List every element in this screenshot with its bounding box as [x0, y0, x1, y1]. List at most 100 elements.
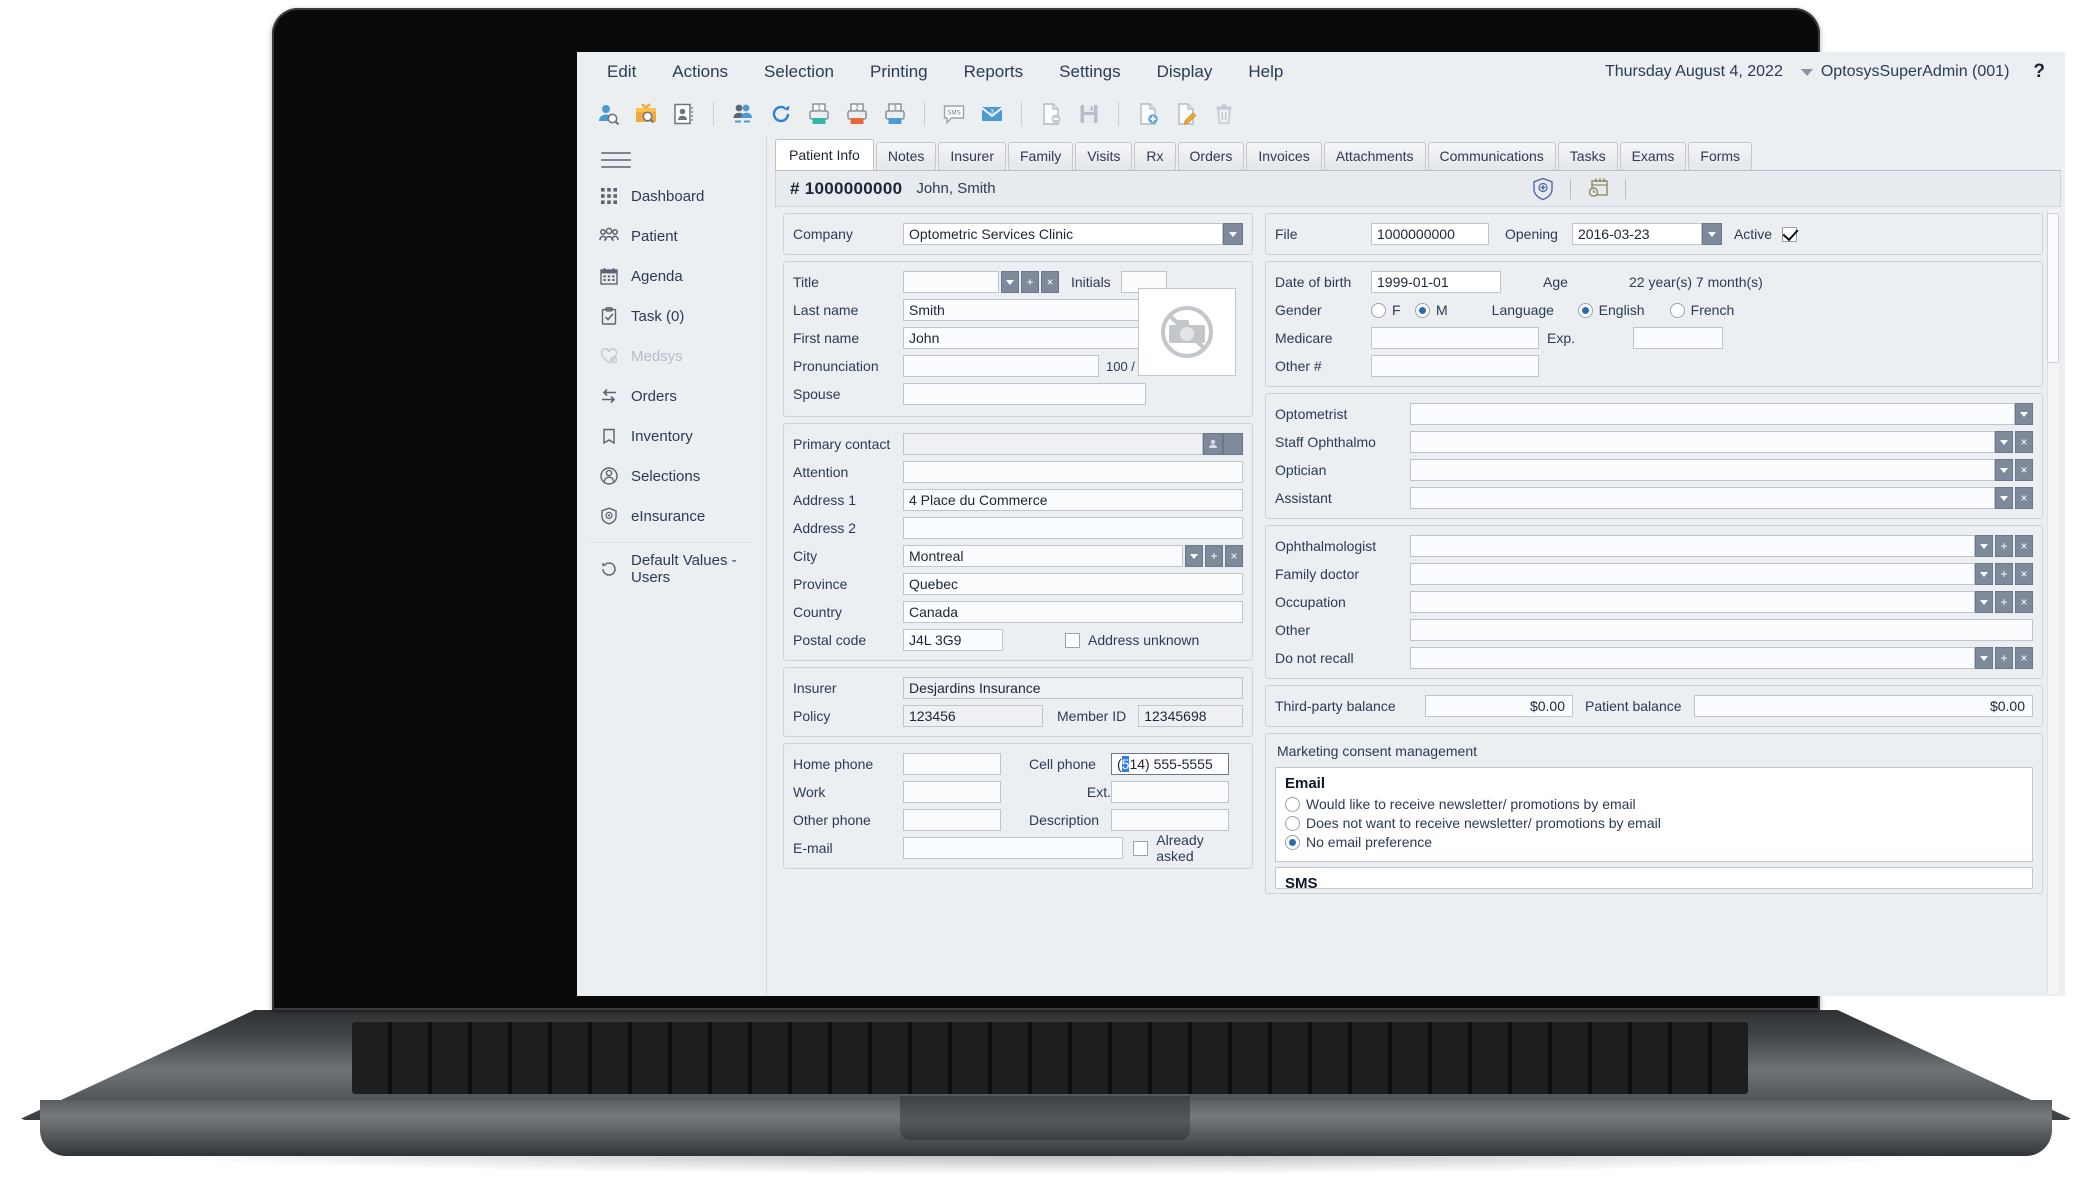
- menu-item-printing[interactable]: Printing: [854, 58, 944, 86]
- already-asked-checkbox[interactable]: Already asked: [1133, 832, 1243, 864]
- primary-contact-person-button[interactable]: [1203, 433, 1223, 455]
- save-icon[interactable]: [1072, 98, 1106, 130]
- address-unknown-checkbox[interactable]: Address unknown: [1065, 632, 1199, 648]
- ophthalmologist-add-button[interactable]: +: [1995, 535, 2013, 557]
- gender-radio-f[interactable]: F: [1371, 302, 1415, 318]
- dob-input[interactable]: 1999-01-01: [1371, 271, 1501, 293]
- insurer-input[interactable]: Desjardins Insurance: [903, 677, 1243, 699]
- patient-photo[interactable]: [1138, 288, 1236, 376]
- staff-ophthalmo-clear-button[interactable]: ×: [2015, 431, 2033, 453]
- sidebar-item-selections[interactable]: Selections: [577, 456, 766, 496]
- sidebar-item-default-values-users[interactable]: Default Values - Users: [577, 549, 766, 589]
- address2-input[interactable]: [903, 517, 1243, 539]
- title-dropdown-button[interactable]: [1001, 271, 1019, 293]
- other-phone-input[interactable]: [903, 809, 1001, 831]
- family-doctor-input[interactable]: [1410, 563, 1975, 585]
- gender-radio-m[interactable]: M: [1415, 302, 1448, 318]
- optometrist-dropdown-button[interactable]: [2015, 403, 2033, 425]
- address-book-icon[interactable]: [667, 98, 701, 130]
- opening-date-input[interactable]: 2016-03-23: [1571, 223, 1702, 245]
- company-input[interactable]: Optometric Services Clinic: [903, 223, 1223, 245]
- tab-communications[interactable]: Communications: [1427, 141, 1556, 170]
- edit-document-icon[interactable]: [1169, 98, 1203, 130]
- city-clear-button[interactable]: ×: [1225, 545, 1243, 567]
- tab-invoices[interactable]: Invoices: [1246, 141, 1322, 170]
- cell-phone-input[interactable]: (5 14) 555-5555: [1111, 753, 1229, 775]
- do-not-recall-add-button[interactable]: +: [1995, 647, 2013, 669]
- assistant-clear-button[interactable]: ×: [2015, 487, 2033, 509]
- content-scrollbar[interactable]: [2047, 209, 2059, 994]
- print-2-icon[interactable]: 2: [840, 98, 874, 130]
- primary-contact-input[interactable]: [903, 433, 1203, 455]
- menu-item-selection[interactable]: Selection: [748, 58, 850, 86]
- find-product-icon[interactable]: [629, 98, 663, 130]
- refresh-icon[interactable]: [764, 98, 798, 130]
- staff-ophthalmo-dropdown-button[interactable]: [1995, 431, 2013, 453]
- sidebar-item-einsurance[interactable]: eInsurance: [577, 496, 766, 536]
- opening-date-dropdown-button[interactable]: [1701, 223, 1722, 245]
- menu-item-help[interactable]: Help: [1232, 58, 1299, 86]
- attention-input[interactable]: [903, 461, 1243, 483]
- pronunciation-input[interactable]: [903, 355, 1099, 377]
- tab-forms[interactable]: Forms: [1688, 141, 1753, 170]
- family-doctor-dropdown-button[interactable]: [1975, 563, 1993, 585]
- ophthalmologist-input[interactable]: [1410, 535, 1975, 557]
- occupation-add-button[interactable]: +: [1995, 591, 2013, 613]
- ophthalmologist-dropdown-button[interactable]: [1975, 535, 1993, 557]
- city-input[interactable]: Montreal: [903, 545, 1183, 567]
- tab-attachments[interactable]: Attachments: [1323, 141, 1426, 170]
- help-button[interactable]: ?: [2027, 61, 2051, 83]
- email-consent-option-none[interactable]: No email preference: [1285, 834, 2023, 850]
- postal-code-input[interactable]: J4L 3G9: [903, 629, 1003, 651]
- occupation-dropdown-button[interactable]: [1975, 591, 1993, 613]
- print-3-icon[interactable]: 3: [878, 98, 912, 130]
- email-icon[interactable]: 3: [975, 98, 1009, 130]
- first-name-input[interactable]: John: [903, 327, 1146, 349]
- do-not-recall-clear-button[interactable]: ×: [2015, 647, 2033, 669]
- title-input[interactable]: [903, 271, 999, 293]
- staff-ophthalmo-input[interactable]: [1410, 431, 1995, 453]
- assistant-dropdown-button[interactable]: [1995, 487, 2013, 509]
- province-input[interactable]: Quebec: [903, 573, 1243, 595]
- exp-input[interactable]: [1633, 327, 1723, 349]
- company-dropdown-button[interactable]: [1223, 223, 1243, 245]
- sidebar-item-task[interactable]: Task (0): [577, 296, 766, 336]
- policy-input[interactable]: 123456: [903, 705, 1043, 727]
- tab-rx[interactable]: Rx: [1134, 141, 1176, 170]
- scrollbar-thumb[interactable]: [2047, 213, 2059, 363]
- do-not-recall-dropdown-button[interactable]: [1975, 647, 1993, 669]
- last-name-input[interactable]: Smith: [903, 299, 1146, 321]
- family-doctor-add-button[interactable]: +: [1995, 563, 2013, 585]
- city-add-button[interactable]: +: [1205, 545, 1223, 567]
- spouse-input[interactable]: [903, 383, 1146, 405]
- language-radio-english[interactable]: English: [1577, 302, 1670, 318]
- optician-dropdown-button[interactable]: [1995, 459, 2013, 481]
- tab-patient-info[interactable]: Patient Info: [775, 138, 874, 171]
- hamburger-menu-icon[interactable]: [601, 152, 631, 168]
- medicare-input[interactable]: [1371, 327, 1539, 349]
- optometrist-input[interactable]: [1410, 403, 2015, 425]
- tab-tasks[interactable]: Tasks: [1557, 141, 1618, 170]
- optician-clear-button[interactable]: ×: [2015, 459, 2033, 481]
- other-input[interactable]: [1410, 619, 2033, 641]
- email-consent-option-optin[interactable]: Would like to receive newsletter/ promot…: [1285, 796, 2023, 812]
- email-input[interactable]: [903, 837, 1124, 859]
- sidebar-item-dashboard[interactable]: Dashboard: [577, 176, 766, 216]
- user-menu[interactable]: OptosysSuperAdmin (001): [1800, 63, 2009, 81]
- menu-item-settings[interactable]: Settings: [1043, 58, 1136, 86]
- occupation-input[interactable]: [1410, 591, 1975, 613]
- sidebar-item-agenda[interactable]: Agenda: [577, 256, 766, 296]
- work-input[interactable]: [903, 781, 1001, 803]
- sidebar-item-inventory[interactable]: Inventory: [577, 416, 766, 456]
- address1-input[interactable]: 4 Place du Commerce: [903, 489, 1243, 511]
- tab-orders[interactable]: Orders: [1177, 141, 1245, 170]
- tab-exams[interactable]: Exams: [1619, 141, 1687, 170]
- merge-patients-icon[interactable]: [726, 98, 760, 130]
- menu-item-display[interactable]: Display: [1141, 58, 1229, 86]
- do-not-recall-input[interactable]: [1410, 647, 1975, 669]
- find-patient-icon[interactable]: [591, 98, 625, 130]
- delete-icon[interactable]: [1207, 98, 1241, 130]
- ext-input[interactable]: [1111, 781, 1229, 803]
- email-consent-option-optout[interactable]: Does not want to receive newsletter/ pro…: [1285, 815, 2023, 831]
- new-document-icon[interactable]: [1034, 98, 1068, 130]
